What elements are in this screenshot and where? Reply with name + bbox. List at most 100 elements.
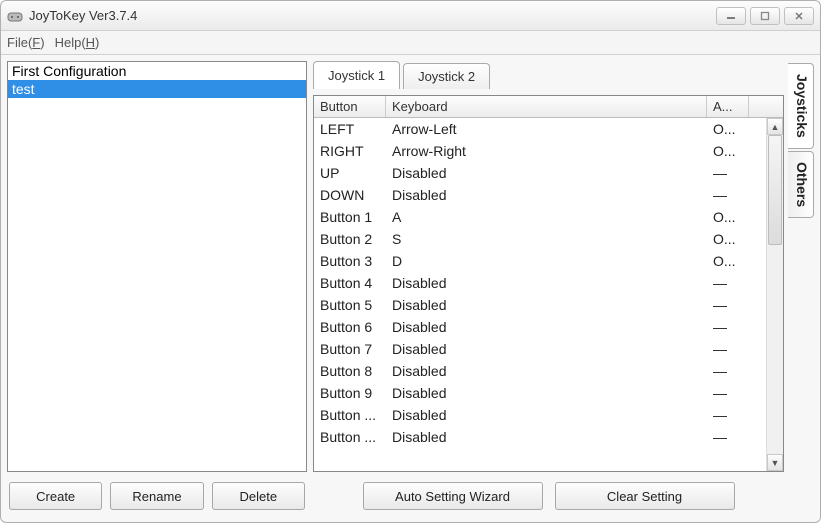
cell-keyboard: Disabled [386, 319, 707, 335]
col-keyboard[interactable]: Keyboard [386, 96, 707, 117]
auto-setting-wizard-button[interactable]: Auto Setting Wizard [363, 482, 543, 510]
cell-a: ― [707, 275, 749, 291]
side-tab-joysticks[interactable]: Joysticks [788, 63, 814, 149]
right-buttons: Auto Setting Wizard Clear Setting [313, 478, 784, 516]
cell-a: O... [707, 121, 749, 137]
cell-a: ― [707, 341, 749, 357]
col-pad[interactable] [749, 96, 783, 117]
table-row[interactable]: Button 3DO... [314, 250, 783, 272]
scroll-up-icon[interactable]: ▲ [767, 118, 783, 135]
cell-button: Button 8 [314, 363, 386, 379]
cell-a: ― [707, 297, 749, 313]
delete-button[interactable]: Delete [212, 482, 305, 510]
cell-a: O... [707, 143, 749, 159]
side-tab-others[interactable]: Others [788, 151, 814, 218]
table-row[interactable]: Button 5Disabled― [314, 294, 783, 316]
cell-button: Button 9 [314, 385, 386, 401]
cell-keyboard: Disabled [386, 297, 707, 313]
titlebar: JoyToKey Ver3.7.4 [1, 1, 820, 31]
joystick-tabs: Joystick 1 Joystick 2 [313, 61, 784, 89]
config-item[interactable]: First Configuration [8, 62, 306, 80]
window-title: JoyToKey Ver3.7.4 [29, 8, 716, 23]
right-main: Joystick 1 Joystick 2 Button Keyboard A.… [313, 61, 784, 516]
col-button[interactable]: Button [314, 96, 386, 117]
cell-a: O... [707, 209, 749, 225]
cell-a: ― [707, 407, 749, 423]
scroll-thumb[interactable] [768, 135, 782, 245]
table-row[interactable]: LEFTArrow-LeftO... [314, 118, 783, 140]
cell-keyboard: D [386, 253, 707, 269]
client-area: First Configurationtest Create Rename De… [1, 55, 820, 522]
table-header: Button Keyboard A... [314, 96, 783, 118]
app-window: JoyToKey Ver3.7.4 File(F) Help(H) First … [0, 0, 821, 523]
cell-keyboard: S [386, 231, 707, 247]
cell-button: Button ... [314, 429, 386, 445]
menubar: File(F) Help(H) [1, 31, 820, 55]
cell-button: Button 6 [314, 319, 386, 335]
col-a[interactable]: A... [707, 96, 749, 117]
maximize-button[interactable] [750, 7, 780, 25]
cell-a: O... [707, 253, 749, 269]
tab-joystick-1[interactable]: Joystick 1 [313, 61, 400, 89]
close-button[interactable] [784, 7, 814, 25]
menu-file[interactable]: File(F) [7, 35, 45, 50]
clear-setting-button[interactable]: Clear Setting [555, 482, 735, 510]
table-body: LEFTArrow-LeftO...RIGHTArrow-RightO...UP… [314, 118, 783, 471]
cell-button: DOWN [314, 187, 386, 203]
cell-keyboard: Disabled [386, 385, 707, 401]
table-row[interactable]: Button 8Disabled― [314, 360, 783, 382]
cell-keyboard: Arrow-Left [386, 121, 707, 137]
create-button[interactable]: Create [9, 482, 102, 510]
scrollbar[interactable]: ▲ ▼ [766, 118, 783, 471]
table-row[interactable]: UPDisabled― [314, 162, 783, 184]
cell-keyboard: Disabled [386, 275, 707, 291]
app-icon [7, 8, 23, 24]
cell-a: O... [707, 231, 749, 247]
cell-button: UP [314, 165, 386, 181]
cell-keyboard: Disabled [386, 341, 707, 357]
table-row[interactable]: Button 2SO... [314, 228, 783, 250]
minimize-button[interactable] [716, 7, 746, 25]
right-panel: Joystick 1 Joystick 2 Button Keyboard A.… [313, 61, 814, 516]
cell-button: Button 7 [314, 341, 386, 357]
tab-joystick-2[interactable]: Joystick 2 [403, 63, 490, 89]
cell-keyboard: Disabled [386, 429, 707, 445]
mapping-table: Button Keyboard A... LEFTArrow-LeftO...R… [313, 95, 784, 472]
scroll-track[interactable] [767, 135, 783, 454]
cell-button: Button ... [314, 407, 386, 423]
table-row[interactable]: Button ...Disabled― [314, 404, 783, 426]
cell-button: Button 5 [314, 297, 386, 313]
window-controls [716, 7, 814, 25]
table-row[interactable]: Button ...Disabled― [314, 426, 783, 448]
cell-a: ― [707, 429, 749, 445]
table-row[interactable]: Button 1AO... [314, 206, 783, 228]
left-buttons: Create Rename Delete [7, 478, 307, 516]
cell-a: ― [707, 319, 749, 335]
cell-a: ― [707, 165, 749, 181]
cell-button: Button 3 [314, 253, 386, 269]
scroll-down-icon[interactable]: ▼ [767, 454, 783, 471]
left-panel: First Configurationtest Create Rename De… [7, 61, 307, 516]
config-item[interactable]: test [8, 80, 306, 98]
table-row[interactable]: Button 9Disabled― [314, 382, 783, 404]
cell-a: ― [707, 363, 749, 379]
table-row[interactable]: Button 4Disabled― [314, 272, 783, 294]
cell-keyboard: A [386, 209, 707, 225]
table-row[interactable]: Button 6Disabled― [314, 316, 783, 338]
table-row[interactable]: Button 7Disabled― [314, 338, 783, 360]
cell-button: Button 1 [314, 209, 386, 225]
side-tabs: Joysticks Others [788, 61, 814, 516]
table-row[interactable]: RIGHTArrow-RightO... [314, 140, 783, 162]
cell-a: ― [707, 385, 749, 401]
config-list[interactable]: First Configurationtest [7, 61, 307, 472]
rename-button[interactable]: Rename [110, 482, 203, 510]
cell-keyboard: Disabled [386, 363, 707, 379]
cell-button: RIGHT [314, 143, 386, 159]
cell-a: ― [707, 187, 749, 203]
cell-button: Button 2 [314, 231, 386, 247]
cell-keyboard: Disabled [386, 407, 707, 423]
cell-button: Button 4 [314, 275, 386, 291]
cell-keyboard: Disabled [386, 187, 707, 203]
table-row[interactable]: DOWNDisabled― [314, 184, 783, 206]
menu-help[interactable]: Help(H) [55, 35, 100, 50]
